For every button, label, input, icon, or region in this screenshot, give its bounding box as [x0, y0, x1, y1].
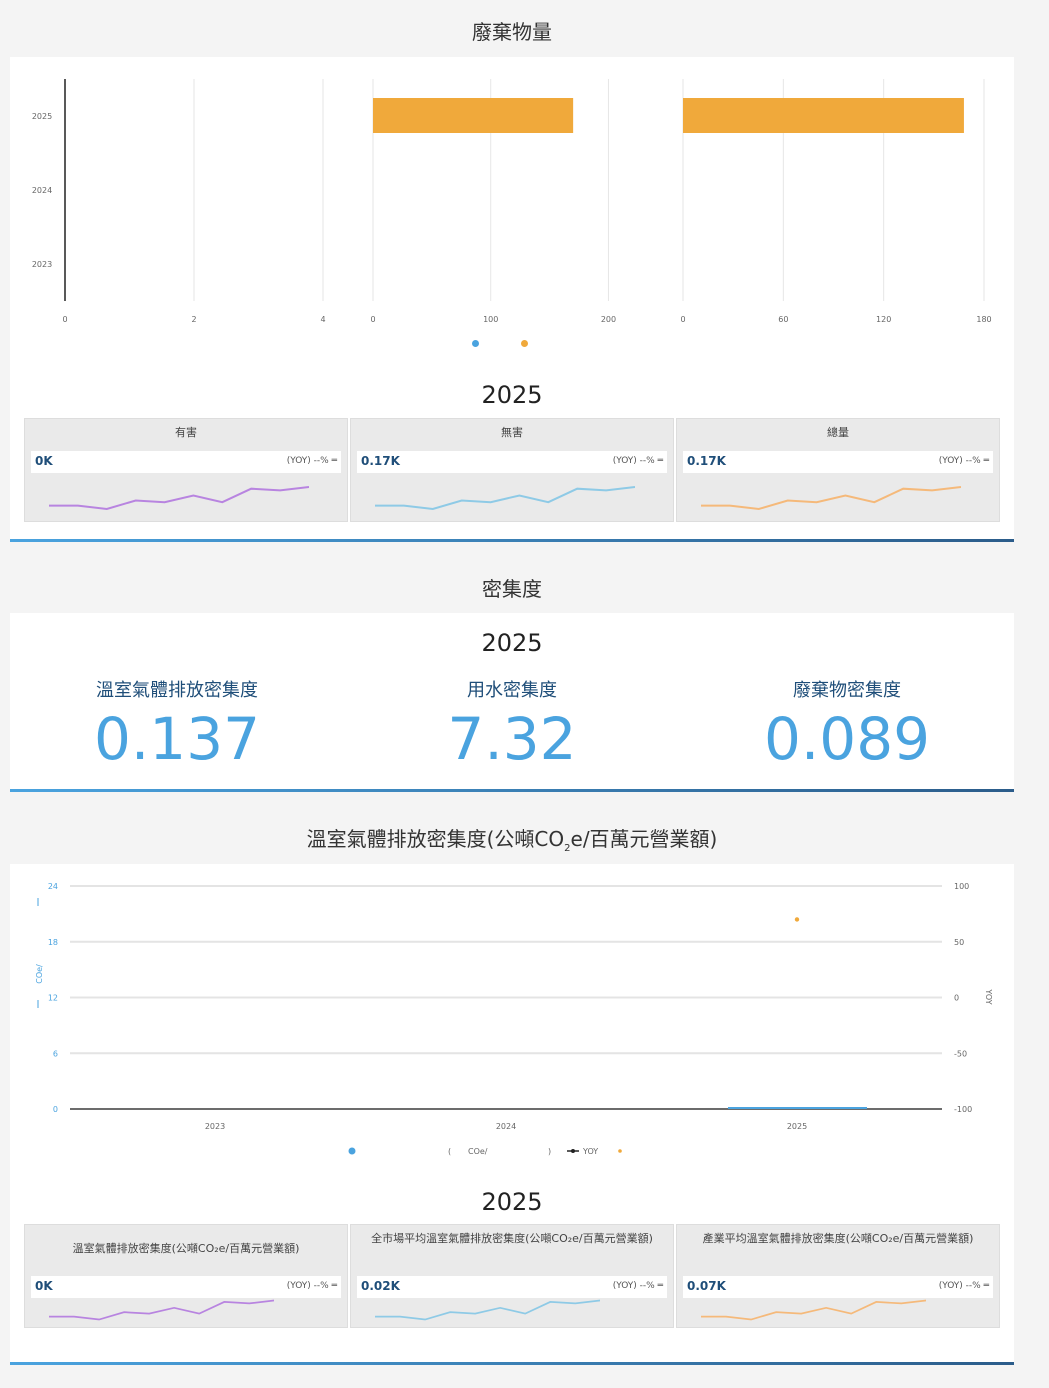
ghg-line-chart: 0 6 12 18 24 -100 -50 0 50 100 COe/YOY 2023 2024 2025…: [35, 882, 993, 1156]
waste-panel: 2025 2024 2023 0 2 4 0 100 200 0 60 120 180 2025 有害 …: [10, 57, 1014, 539]
sparkline-path: [701, 486, 961, 511]
density-year: 2025: [481, 629, 543, 657]
card-yoy: (YOY) --% ═: [938, 456, 989, 466]
legend-text: ): [548, 1147, 551, 1156]
card-value: 0.07K: [687, 1279, 726, 1293]
ghg-panel: 0 6 12 18 24 -100 -50 0 50 100 COe/YOY 2023 2024 2025…: [10, 864, 1014, 1362]
sparkline-path: [49, 1299, 275, 1321]
legend-text: COe/: [468, 1147, 488, 1156]
sparkline: [375, 1299, 601, 1321]
card-yoy: (YOY) --% ═: [612, 456, 663, 466]
legend-marker: [348, 1147, 356, 1155]
x-tick-label: 2024: [496, 1122, 516, 1131]
sparkline-path: [375, 1299, 601, 1321]
water-density-label: 用水密集度: [467, 680, 557, 701]
card-title: 無害: [501, 426, 523, 439]
y-right-axis-label: YOY: [984, 988, 993, 1004]
card-yoy: (YOY) --% ═: [938, 1281, 989, 1291]
waste-density-value: 0.089: [763, 705, 931, 773]
waste-legend-dot-2[interactable]: [521, 340, 528, 347]
waste-divider: [10, 539, 1014, 542]
legend-text: (: [448, 1147, 451, 1156]
card-value: 0K: [35, 1279, 53, 1293]
card-value: 0.17K: [361, 454, 400, 468]
x-tick-label: 60: [778, 315, 788, 324]
card-yoy: (YOY) --% ═: [612, 1281, 663, 1291]
sparkline-path: [375, 486, 635, 511]
category-tick-label: 2023: [32, 260, 52, 269]
ghg-divider: [10, 1362, 1014, 1365]
ghg-density-value: 0.137: [93, 705, 261, 773]
sparkline: [701, 486, 961, 511]
waste-legend-dot-1[interactable]: [472, 340, 479, 347]
x-tick-label: 200: [601, 315, 616, 324]
ghg-density-label: 溫室氣體排放密集度: [96, 680, 258, 701]
card-yoy: (YOY) --% ═: [286, 456, 337, 466]
card-title: 有害: [175, 426, 197, 439]
card-title: 總量: [827, 426, 849, 439]
y-right-tick-label: 100: [954, 882, 969, 891]
density-panel: 2025 溫室氣體排放密集度 0.137 用水密集度 7.32 廢棄物密集度 0…: [10, 613, 1014, 789]
y-left-axis-label: COe/: [35, 964, 44, 984]
y-right-tick-label: -100: [954, 1105, 972, 1114]
x-tick-label: 100: [483, 315, 498, 324]
category-tick-label: 2025: [32, 112, 52, 121]
sparkline-path: [49, 486, 309, 511]
y-right-tick-label: 0: [954, 994, 959, 1003]
ghg-card-industry-average[interactable]: 產業平均溫室氣體排放密集度(公噸CO₂e/百萬元營業額) 0.07K (YOY)…: [676, 1224, 1000, 1328]
ghg-card-company[interactable]: 溫室氣體排放密集度(公噸CO₂e/百萬元營業額) 0K (YOY) --% ═: [24, 1224, 348, 1328]
sparkline-path: [701, 1299, 927, 1321]
density-section-title: 密集度: [482, 577, 542, 601]
waste-cards: 有害 0K (YOY) --% ═ 無害 0.17K (YOY) --% ═ 總…: [24, 418, 1000, 522]
waste-card-nonhazardous[interactable]: 無害 0.17K (YOY) --% ═: [350, 418, 674, 522]
sparkline: [701, 1299, 927, 1321]
legend-marker: [618, 1149, 622, 1153]
card-value: 0.02K: [361, 1279, 400, 1293]
y-left-tick-label: 0: [53, 1105, 58, 1114]
waste-card-hazardous[interactable]: 有害 0K (YOY) --% ═: [24, 418, 348, 522]
card-title: 溫室氣體排放密集度(公噸CO₂e/百萬元營業額): [72, 1242, 300, 1255]
category-tick-label: 2024: [32, 186, 52, 195]
x-tick-label: 180: [976, 315, 991, 324]
x-tick-label: 2: [191, 315, 196, 324]
density-divider: [10, 789, 1014, 792]
card-value: 0K: [35, 454, 53, 468]
waste-bar-chart: 2025 2024 2023 0 2 4 0 100 200 0 60 120 180: [32, 79, 992, 324]
x-tick-label: 0: [62, 315, 67, 324]
y-right-tick-label: -50: [954, 1049, 967, 1058]
yoy-point: [794, 917, 800, 922]
legend-text: YOY: [582, 1147, 598, 1156]
card-value: 0.17K: [687, 454, 726, 468]
y-left-tick-label: 12: [48, 994, 58, 1003]
waste-section-title: 廢棄物量: [472, 20, 552, 44]
waste-card-total[interactable]: 總量 0.17K (YOY) --% ═: [676, 418, 1000, 522]
card-title: 產業平均溫室氣體排放密集度(公噸CO₂e/百萬元營業額): [702, 1232, 974, 1245]
x-tick-label: 120: [876, 315, 891, 324]
waste-year: 2025: [481, 381, 543, 409]
x-tick-label: 0: [680, 315, 685, 324]
card-title: 全市場平均溫室氣體排放密集度(公噸CO₂e/百萬元營業額): [371, 1232, 653, 1245]
ghg-year: 2025: [481, 1188, 543, 1216]
water-density-value: 7.32: [447, 705, 577, 773]
y-right-tick-label: 50: [954, 938, 964, 947]
sparkline: [49, 486, 309, 511]
y-left-tick-label: 24: [48, 882, 58, 891]
legend-marker: [571, 1149, 575, 1153]
y-left-tick-label: 6: [53, 1049, 58, 1058]
x-tick-label: 0: [370, 315, 375, 324]
card-yoy: (YOY) --% ═: [286, 1281, 337, 1291]
x-tick-label: 2023: [205, 1122, 225, 1131]
sparkline: [49, 1299, 275, 1321]
ghg-card-market-average[interactable]: 全市場平均溫室氣體排放密集度(公噸CO₂e/百萬元營業額) 0.02K (YOY…: [350, 1224, 674, 1328]
y-left-tick-label: 18: [48, 938, 58, 947]
x-tick-label: 4: [320, 315, 325, 324]
sparkline: [375, 486, 635, 511]
bar: [683, 98, 964, 133]
x-tick-label: 2025: [787, 1122, 807, 1131]
bar: [373, 98, 574, 133]
waste-density-label: 廢棄物密集度: [793, 680, 901, 701]
ghg-cards: 溫室氣體排放密集度(公噸CO₂e/百萬元營業額) 0K (YOY) --% ═ …: [24, 1224, 1000, 1328]
ghg-section-title: 溫室氣體排放密集度(公噸CO2e/百萬元營業額): [306, 827, 718, 854]
